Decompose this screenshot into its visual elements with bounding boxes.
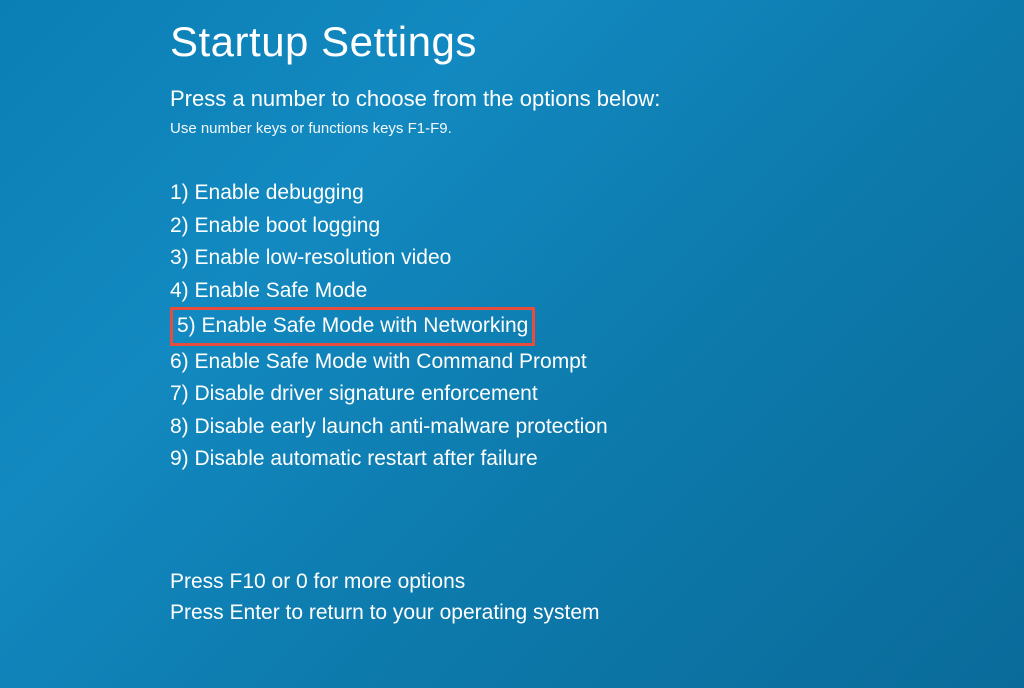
option-3[interactable]: 3) Enable low-resolution video bbox=[170, 242, 451, 275]
option-6[interactable]: 6) Enable Safe Mode with Command Prompt bbox=[170, 346, 587, 379]
option-2[interactable]: 2) Enable boot logging bbox=[170, 210, 380, 243]
footer-instructions: Press F10 or 0 for more options Press En… bbox=[170, 566, 1024, 629]
page-title: Startup Settings bbox=[170, 18, 1024, 66]
option-9[interactable]: 9) Disable automatic restart after failu… bbox=[170, 443, 538, 476]
option-5[interactable]: 5) Enable Safe Mode with Networking bbox=[170, 307, 535, 346]
return-text: Press Enter to return to your operating … bbox=[170, 597, 1024, 629]
startup-options-list: 1) Enable debugging 2) Enable boot loggi… bbox=[170, 177, 1024, 476]
option-1[interactable]: 1) Enable debugging bbox=[170, 177, 364, 210]
option-4[interactable]: 4) Enable Safe Mode bbox=[170, 275, 367, 308]
hint-text: Use number keys or functions keys F1-F9. bbox=[170, 120, 1024, 137]
option-8[interactable]: 8) Disable early launch anti-malware pro… bbox=[170, 411, 608, 444]
instruction-text: Press a number to choose from the option… bbox=[170, 86, 1024, 112]
more-options-text: Press F10 or 0 for more options bbox=[170, 566, 1024, 598]
option-7[interactable]: 7) Disable driver signature enforcement bbox=[170, 378, 538, 411]
